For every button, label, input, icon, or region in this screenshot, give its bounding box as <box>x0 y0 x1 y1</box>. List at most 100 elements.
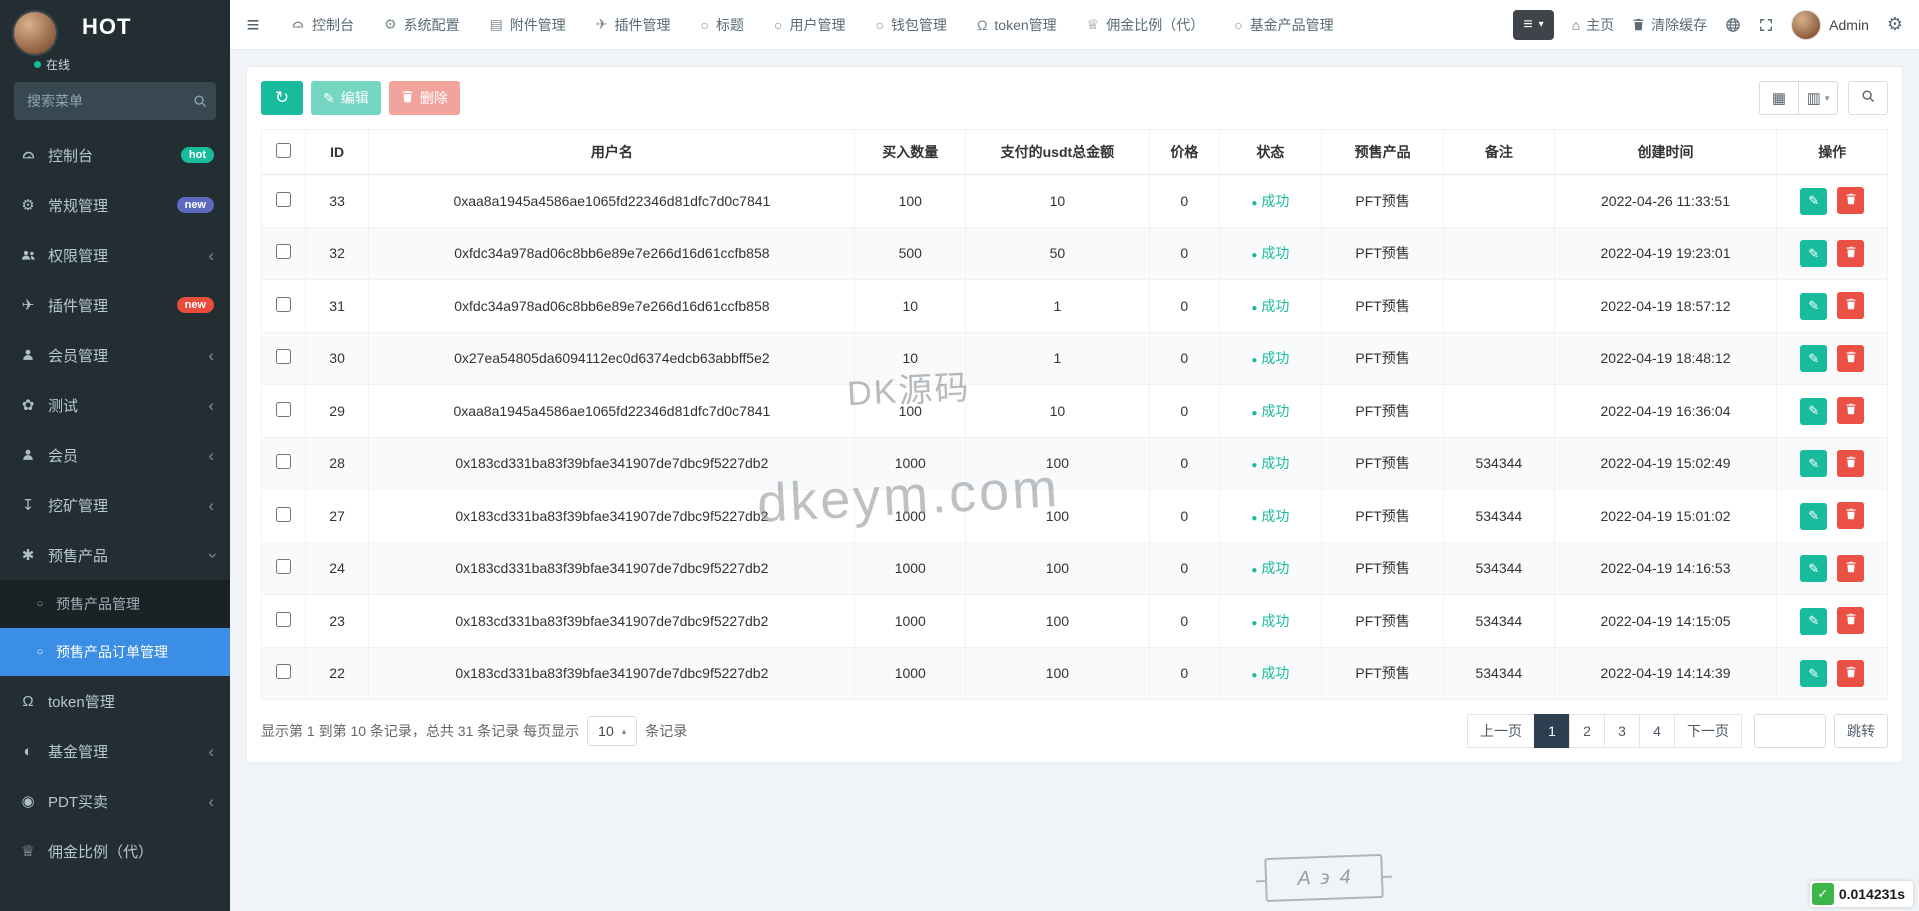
tab-sysconfig[interactable]: ⚙ 系统配置 <box>369 0 475 50</box>
row-edit-button[interactable]: ✎ <box>1800 240 1827 267</box>
sidebar-item-general[interactable]: ⚙ 常规管理 new <box>0 180 230 230</box>
row-delete-button[interactable] <box>1837 502 1864 529</box>
row-checkbox[interactable] <box>276 612 291 627</box>
edit-button[interactable]: ✎ 编辑 <box>311 81 381 115</box>
row-checkbox[interactable] <box>276 454 291 469</box>
cell-id: 33 <box>305 175 368 228</box>
table-row[interactable]: 30 0x27ea54805da6094112ec0d6374edcb63abb… <box>262 332 1888 385</box>
sidebar-item-token[interactable]: Ω token管理 <box>0 676 230 726</box>
user-menu[interactable]: Admin <box>1791 10 1869 40</box>
row-edit-button[interactable]: ✎ <box>1800 398 1827 425</box>
row-delete-button[interactable] <box>1837 345 1864 372</box>
row-select-cell <box>262 227 306 280</box>
sidebar-subitem-presale-product[interactable]: ○ 预售产品管理 <box>0 580 230 628</box>
cell-username: 0xfdc34a978ad06c8bb6e89e7e266d16d61ccfb8… <box>369 227 855 280</box>
tab-wallet[interactable]: ○ 钱包管理 <box>860 0 961 50</box>
row-checkbox[interactable] <box>276 192 291 207</box>
columns-button[interactable]: ▥ ▾ <box>1798 81 1838 115</box>
refresh-button[interactable]: ↻ <box>261 81 303 115</box>
row-checkbox[interactable] <box>276 297 291 312</box>
home-link[interactable]: ⌂ 主页 <box>1572 15 1614 35</box>
sidebar-item-console[interactable]: 控制台 hot <box>0 130 230 180</box>
sidebar-item-member-admin[interactable]: 会员管理 ‹ <box>0 330 230 380</box>
row-delete-button[interactable] <box>1837 660 1864 687</box>
menu-icon: ≡ <box>1523 16 1532 34</box>
row-edit-button[interactable]: ✎ <box>1800 608 1827 635</box>
table-row[interactable]: 28 0x183cd331ba83f39bfae341907de7dbc9f52… <box>262 437 1888 490</box>
tab-token[interactable]: Ω token管理 <box>962 0 1072 50</box>
table-row[interactable]: 24 0x183cd331ba83f39bfae341907de7dbc9f52… <box>262 542 1888 595</box>
tab-attachment[interactable]: ▤ 附件管理 <box>475 0 581 50</box>
row-checkbox[interactable] <box>276 507 291 522</box>
row-delete-button[interactable] <box>1837 607 1864 634</box>
jump-page-input[interactable] <box>1754 714 1826 748</box>
row-checkbox[interactable] <box>276 244 291 259</box>
sidebar-item-member[interactable]: 会员 ‹ <box>0 430 230 480</box>
table-search-button[interactable] <box>1848 81 1888 115</box>
row-delete-button[interactable] <box>1837 187 1864 214</box>
fullscreen-icon[interactable] <box>1759 18 1773 32</box>
table-row[interactable]: 32 0xfdc34a978ad06c8bb6e89e7e266d16d61cc… <box>262 227 1888 280</box>
tab-console[interactable]: 控制台 <box>276 0 369 50</box>
row-edit-button[interactable]: ✎ <box>1800 293 1827 320</box>
user-avatar[interactable] <box>12 10 58 56</box>
table-row[interactable]: 27 0x183cd331ba83f39bfae341907de7dbc9f52… <box>262 490 1888 543</box>
table-row[interactable]: 33 0xaa8a1945a4586ae1065fd22346d81dfc7d0… <box>262 175 1888 228</box>
sidebar-item-auth[interactable]: 权限管理 ‹ <box>0 230 230 280</box>
menu-search-input[interactable] <box>14 82 216 120</box>
sidebar-item-fund[interactable]: ◐ 基金管理 ‹ <box>0 726 230 776</box>
cell-remark: 534344 <box>1444 595 1555 648</box>
row-checkbox[interactable] <box>276 349 291 364</box>
row-edit-button[interactable]: ✎ <box>1800 188 1827 215</box>
search-icon[interactable] <box>193 94 207 108</box>
row-delete-button[interactable] <box>1837 292 1864 319</box>
row-delete-button[interactable] <box>1837 397 1864 424</box>
page-button-4[interactable]: 4 <box>1639 714 1675 748</box>
sidebar-item-addon[interactable]: ✈ 插件管理 new <box>0 280 230 330</box>
row-delete-button[interactable] <box>1837 555 1864 582</box>
table-row[interactable]: 23 0x183cd331ba83f39bfae341907de7dbc9f52… <box>262 595 1888 648</box>
row-delete-button[interactable] <box>1837 240 1864 267</box>
row-edit-button[interactable]: ✎ <box>1800 660 1827 687</box>
download-icon: ↧ <box>16 496 40 514</box>
row-checkbox[interactable] <box>276 664 291 679</box>
page-button-3[interactable]: 3 <box>1604 714 1640 748</box>
tab-commission[interactable]: ♕ 佣金比例（代） <box>1072 0 1220 50</box>
row-checkbox[interactable] <box>276 402 291 417</box>
sidebar-subitem-presale-order[interactable]: ○ 预售产品订单管理 <box>0 628 230 676</box>
page-size-select[interactable]: 10 ▴ <box>587 716 637 746</box>
sidebar-item-presale[interactable]: ✱ 预售产品 ‹ <box>0 530 230 580</box>
toggle-view-button[interactable]: ▦ <box>1759 81 1799 115</box>
row-edit-button[interactable]: ✎ <box>1800 345 1827 372</box>
table-row[interactable]: 29 0xaa8a1945a4586ae1065fd22346d81dfc7d0… <box>262 385 1888 438</box>
delete-button[interactable]: 删除 <box>389 81 460 115</box>
row-edit-button[interactable]: ✎ <box>1800 503 1827 530</box>
sidebar-item-pdt[interactable]: ◉ PDT买卖 ‹ <box>0 776 230 826</box>
table-row[interactable]: 31 0xfdc34a978ad06c8bb6e89e7e266d16d61cc… <box>262 280 1888 333</box>
sidebar-item-test[interactable]: ✿ 测试 ‹ <box>0 380 230 430</box>
tab-title[interactable]: ○ 标题 <box>686 0 759 50</box>
row-delete-button[interactable] <box>1837 450 1864 477</box>
page-button-2[interactable]: 2 <box>1569 714 1605 748</box>
select-all-checkbox[interactable] <box>276 143 291 158</box>
jump-button[interactable]: 跳转 <box>1834 714 1888 748</box>
tab-fund-product[interactable]: ○ 基金产品管理 <box>1219 0 1348 50</box>
headphones-icon: Ω <box>977 17 987 33</box>
language-icon[interactable] <box>1725 17 1741 33</box>
next-page-button[interactable]: 下一页 <box>1674 714 1742 748</box>
row-edit-button[interactable]: ✎ <box>1800 450 1827 477</box>
tabs-menu-button[interactable]: ≡ ▾ <box>1513 10 1553 40</box>
row-checkbox[interactable] <box>276 559 291 574</box>
table-row[interactable]: 22 0x183cd331ba83f39bfae341907de7dbc9f52… <box>262 647 1888 700</box>
clear-cache-link[interactable]: 清除缓存 <box>1632 15 1707 35</box>
page-button-1[interactable]: 1 <box>1534 714 1570 748</box>
row-edit-button[interactable]: ✎ <box>1800 555 1827 582</box>
tab-user-admin[interactable]: ○ 用户管理 <box>759 0 860 50</box>
row-select-cell <box>262 490 306 543</box>
tab-addon[interactable]: ✈ 插件管理 <box>581 0 686 50</box>
settings-gear-icon[interactable]: ⚙ <box>1887 14 1903 35</box>
sidebar-item-commission[interactable]: ♕ 佣金比例（代） <box>0 826 230 876</box>
sidebar-toggle-icon[interactable]: ≡ <box>230 0 276 50</box>
sidebar-item-mining[interactable]: ↧ 挖矿管理 ‹ <box>0 480 230 530</box>
prev-page-button[interactable]: 上一页 <box>1467 714 1535 748</box>
